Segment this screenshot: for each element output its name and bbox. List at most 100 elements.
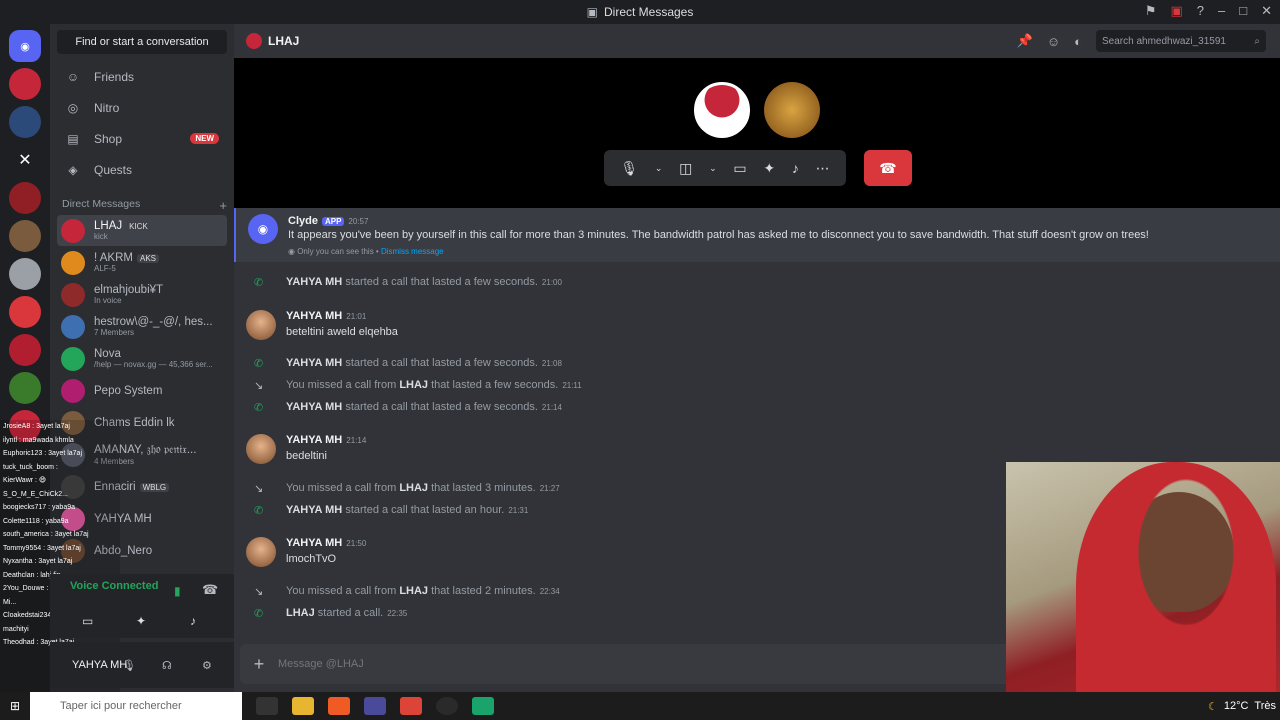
message-input[interactable] bbox=[278, 658, 1010, 670]
call-prefix: You missed a call from bbox=[286, 482, 397, 494]
chat-line: Euphoric123 : 3ayet la7aj bbox=[3, 450, 82, 457]
disconnect-icon[interactable]: ☎ bbox=[202, 582, 218, 598]
signal-icon: ▮ bbox=[174, 584, 181, 598]
dm-item[interactable]: elmahjoubi¥T In voice bbox=[57, 279, 227, 310]
chat-line: tuck_tuck_boom : bbox=[3, 463, 58, 471]
chat-line: ilyntl : ma9wada khmla bbox=[3, 436, 74, 444]
friends-icon: ☺ bbox=[66, 69, 80, 84]
timestamp: 21:14 bbox=[346, 436, 367, 445]
maximize-button[interactable]: □ bbox=[1239, 3, 1247, 19]
chevron-down-icon[interactable]: ⌄ bbox=[655, 163, 663, 174]
server-icon[interactable] bbox=[9, 106, 41, 138]
help-icon[interactable]: ? bbox=[1197, 3, 1204, 19]
file-explorer-icon[interactable] bbox=[292, 697, 314, 715]
server-icon[interactable] bbox=[9, 296, 41, 328]
chrome-icon[interactable] bbox=[400, 697, 422, 715]
activity-icon[interactable]: ✦ bbox=[763, 160, 775, 177]
search-input[interactable]: Search ahmedhwazi_31591 ⌕ bbox=[1096, 30, 1266, 52]
dm-name: hestrow\@-_-@/, hes... bbox=[94, 316, 213, 328]
server-icon[interactable] bbox=[9, 68, 41, 100]
message-text: It appears you've been by yourself in th… bbox=[288, 229, 1149, 241]
dm-item[interactable]: hestrow\@-_-@/, hes... 7 Members bbox=[57, 311, 227, 342]
dm-item[interactable]: Pepo System bbox=[57, 375, 227, 406]
chat-line: boogiecks717 : yaba9a bbox=[3, 504, 75, 511]
pin-icon[interactable]: 📌 bbox=[1017, 33, 1033, 49]
phone-icon: ✆ bbox=[254, 608, 264, 620]
server-icon[interactable] bbox=[9, 182, 41, 214]
clan-tag: AKS bbox=[136, 254, 159, 263]
x-server-icon[interactable]: ✕ bbox=[9, 144, 41, 176]
dm-name: elmahjoubi¥T bbox=[94, 284, 163, 296]
find-conversation-button[interactable]: Find or start a conversation bbox=[57, 30, 227, 54]
soundboard-button[interactable]: ♪ bbox=[190, 614, 196, 628]
server-icon[interactable] bbox=[9, 334, 41, 366]
timestamp: 21:08 bbox=[541, 359, 562, 368]
dismiss-link[interactable]: Dismiss message bbox=[381, 247, 444, 256]
screen-share-icon[interactable]: ▣ bbox=[1170, 3, 1182, 19]
dm-name-text: hestrow\@-_-@/, hes... bbox=[94, 316, 213, 328]
dm-name: LHAJ KICK bbox=[94, 220, 151, 232]
timestamp: 21:11 bbox=[562, 381, 582, 390]
more-icon[interactable]: ⋯ bbox=[816, 160, 830, 177]
headset-icon[interactable]: ☊ bbox=[162, 659, 172, 672]
chrome-icon[interactable] bbox=[364, 697, 386, 715]
obs-icon[interactable] bbox=[436, 697, 458, 715]
minimize-button[interactable]: – bbox=[1218, 3, 1225, 19]
hang-up-button[interactable]: ☎ bbox=[864, 150, 912, 186]
nav-shop[interactable]: ▤ Shop NEW bbox=[57, 124, 227, 153]
avatar bbox=[246, 434, 276, 464]
soundboard-icon[interactable]: ♪ bbox=[792, 160, 799, 176]
search-icon: ⌕ bbox=[1254, 35, 1260, 47]
dm-item[interactable]: ! AKRM AKS ALF-5 bbox=[57, 247, 227, 278]
clyde-avatar: ◉ bbox=[248, 214, 278, 244]
add-attachment-icon[interactable]: + bbox=[240, 654, 278, 675]
server-icon[interactable] bbox=[9, 372, 41, 404]
dm-name-text: Nova bbox=[94, 348, 121, 360]
voice-connected-label: Voice Connected bbox=[70, 580, 159, 592]
phone-icon: ✆ bbox=[254, 277, 264, 289]
profile-icon[interactable]: ◐ bbox=[1074, 34, 1082, 49]
app-icon[interactable] bbox=[472, 697, 494, 715]
weather-widget[interactable]: ☾ 12°C Très bbox=[1208, 692, 1280, 720]
taskbar-search[interactable]: Taper ici pour rechercher bbox=[30, 692, 242, 720]
brave-icon[interactable] bbox=[328, 697, 350, 715]
server-icon[interactable] bbox=[9, 258, 41, 290]
chat-line: Nyxantha : 3ayet la7aj bbox=[3, 558, 73, 565]
nav-friends[interactable]: ☺ Friends bbox=[57, 62, 227, 91]
flag-icon[interactable]: ⚑ bbox=[1145, 3, 1157, 19]
close-button[interactable]: ✕ bbox=[1261, 3, 1272, 19]
caller-name: LHAJ bbox=[286, 607, 315, 619]
dm-item[interactable]: Nova/help — novax.gg — 45,366 ser... bbox=[57, 343, 227, 374]
self-avatar bbox=[764, 82, 820, 138]
dm-name: Pepo System bbox=[94, 385, 162, 397]
missed-call-icon: ↘ bbox=[254, 483, 264, 495]
chevron-down-icon[interactable]: ⌄ bbox=[709, 163, 717, 174]
video-off-icon[interactable]: ◫ bbox=[679, 160, 692, 177]
chat-line: Tommy9554 : 3ayet la7aj bbox=[3, 544, 81, 552]
add-dm-icon[interactable]: + bbox=[219, 198, 227, 213]
nitro-icon: ◎ bbox=[67, 100, 79, 115]
window-title: Direct Messages bbox=[603, 5, 694, 19]
avatar bbox=[61, 250, 85, 275]
screen-share-button[interactable]: ▭ bbox=[82, 614, 93, 628]
timestamp: 21:00 bbox=[541, 278, 562, 287]
call-text: YAHYA MH started a call that lasted an h… bbox=[286, 504, 528, 516]
activity-button[interactable]: ✦ bbox=[136, 614, 146, 628]
nav-nitro[interactable]: ◎ Nitro bbox=[57, 93, 227, 122]
nav-quests[interactable]: ◈ Quests bbox=[57, 155, 227, 184]
dm-subtitle: 7 Members bbox=[94, 328, 135, 337]
author-name: YAHYA MH bbox=[286, 434, 343, 446]
screen-share-icon[interactable]: ▭ bbox=[733, 160, 746, 177]
call-description: that lasted 3 minutes. bbox=[431, 482, 536, 494]
settings-icon[interactable]: ⚙ bbox=[202, 659, 212, 672]
windows-start-icon[interactable]: ⊞ bbox=[0, 699, 30, 713]
dm-item[interactable]: LHAJ KICK kick bbox=[57, 215, 227, 246]
nav-label: Friends bbox=[94, 69, 135, 84]
mic-toggle-icon[interactable]: 🎙 bbox=[620, 160, 638, 177]
task-view-icon[interactable] bbox=[256, 697, 278, 715]
add-friend-icon[interactable]: ☺ bbox=[1047, 34, 1060, 49]
server-icon[interactable] bbox=[9, 220, 41, 252]
discord-home-icon[interactable]: ◉ bbox=[9, 30, 41, 62]
mic-icon[interactable]: 🎙 bbox=[122, 659, 136, 672]
call-description: that lasted 2 minutes. bbox=[431, 585, 536, 597]
